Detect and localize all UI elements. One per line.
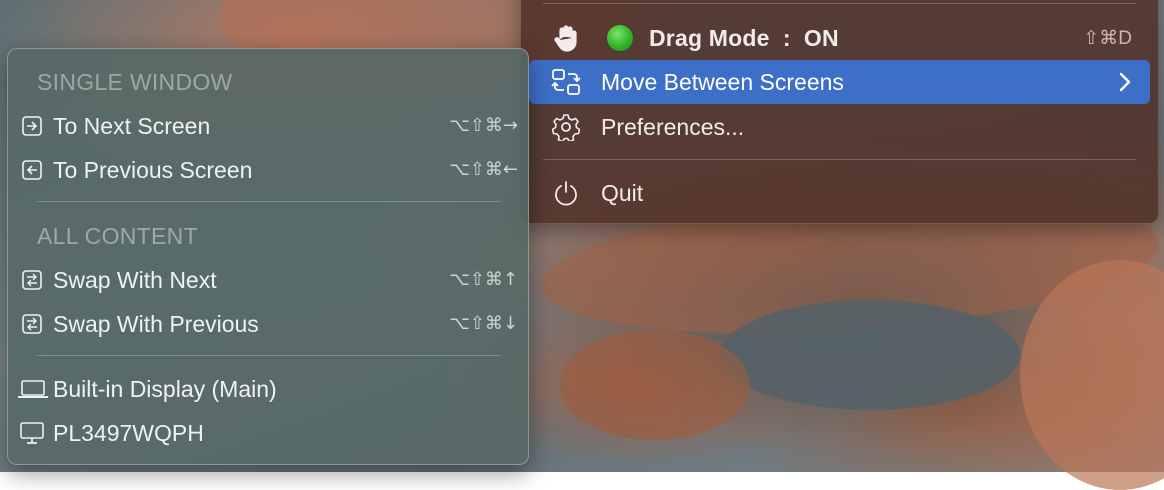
preferences-item[interactable]: Preferences... [529, 105, 1150, 149]
menu-separator [37, 201, 501, 202]
display-label: Built-in Display (Main) [53, 376, 277, 402]
rock-formation [560, 330, 750, 440]
status-indicator-icon [607, 25, 633, 51]
single-window-header: SINGLE WINDOW [37, 69, 233, 95]
display-item-external[interactable]: PL3497WQPH [8, 411, 528, 455]
drag-mode-shortcut: ⇧⌘D [1083, 27, 1132, 49]
swap-icon [19, 268, 45, 292]
rock-formation [720, 300, 1020, 410]
move-between-screens-submenu: SINGLE WINDOW To Next Screen ⌥⇧⌘→ To Pre… [7, 48, 529, 465]
gear-icon [551, 113, 581, 141]
all-content-header: ALL CONTENT [37, 223, 198, 249]
quit-label: Quit [601, 179, 644, 206]
menu-separator [543, 3, 1136, 4]
power-icon [551, 179, 581, 207]
swap-icon [19, 312, 45, 336]
drag-mode-label: Drag Mode : ON [649, 24, 839, 51]
to-previous-screen-shortcut: ⌥⇧⌘← [449, 159, 518, 180]
to-next-screen-item[interactable]: To Next Screen ⌥⇧⌘→ [8, 104, 528, 148]
to-previous-screen-item[interactable]: To Previous Screen ⌥⇧⌘← [8, 148, 528, 192]
to-next-screen-shortcut: ⌥⇧⌘→ [449, 115, 518, 136]
arrow-right-box-icon [19, 114, 45, 138]
move-between-screens-label: Move Between Screens [601, 68, 844, 95]
to-previous-screen-label: To Previous Screen [53, 157, 253, 183]
menu-separator [543, 159, 1136, 160]
status-bar-menu: Drag Mode : ON ⇧⌘D Move Between Screens [520, 0, 1159, 224]
laptop-icon [17, 377, 49, 401]
move-screens-icon [551, 68, 581, 96]
to-next-screen-label: To Next Screen [53, 113, 211, 139]
monitor-icon [19, 421, 45, 445]
hand-icon [551, 24, 581, 52]
swap-with-next-item[interactable]: Swap With Next ⌥⇧⌘↑ [8, 258, 528, 302]
display-item-built-in[interactable]: Built-in Display (Main) [8, 367, 528, 411]
quit-item[interactable]: Quit [529, 171, 1150, 215]
swap-with-next-label: Swap With Next [53, 267, 217, 293]
chevron-right-icon [1118, 71, 1132, 99]
arrow-left-box-icon [19, 158, 45, 182]
move-between-screens-item[interactable]: Move Between Screens [529, 60, 1150, 104]
swap-with-previous-shortcut: ⌥⇧⌘↓ [449, 313, 518, 334]
drag-mode-item[interactable]: Drag Mode : ON ⇧⌘D [529, 16, 1150, 60]
swap-with-next-shortcut: ⌥⇧⌘↑ [449, 269, 518, 290]
display-label: PL3497WQPH [53, 420, 204, 446]
preferences-label: Preferences... [601, 113, 745, 140]
menu-separator [37, 355, 501, 356]
swap-with-previous-label: Swap With Previous [53, 311, 259, 337]
swap-with-previous-item[interactable]: Swap With Previous ⌥⇧⌘↓ [8, 302, 528, 346]
